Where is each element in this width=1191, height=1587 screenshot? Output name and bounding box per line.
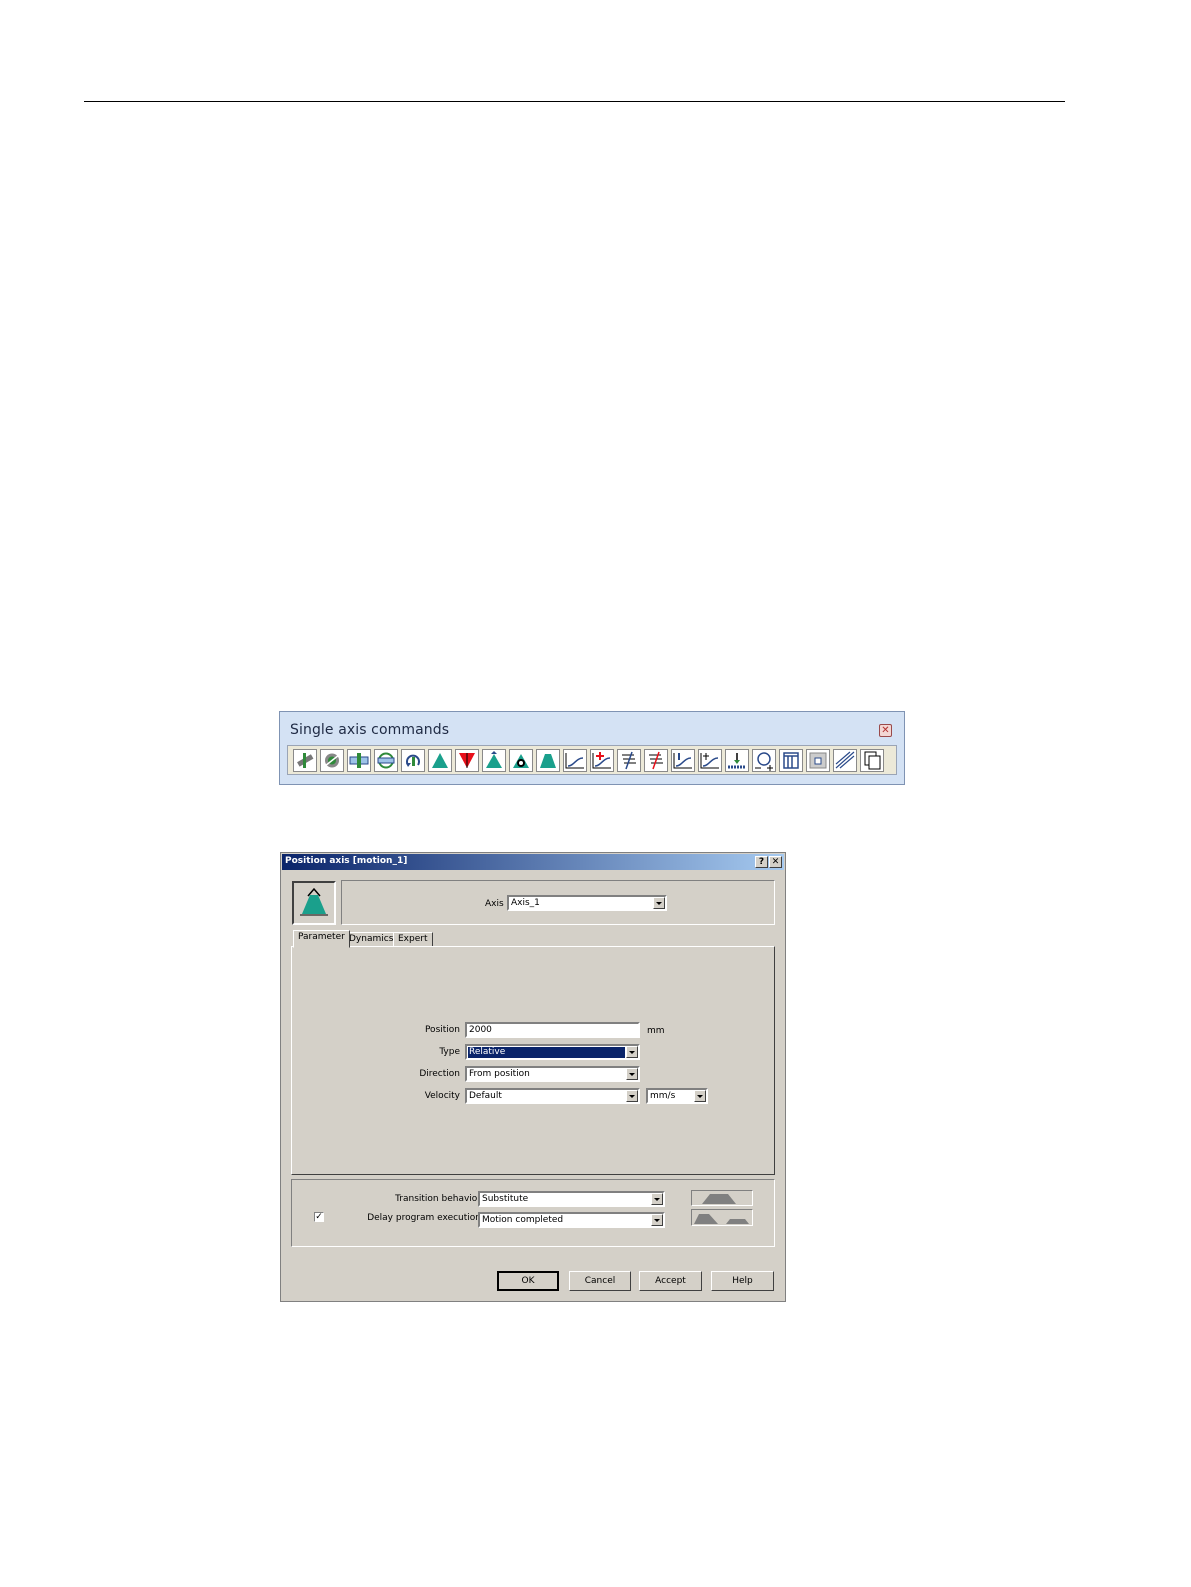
velocity-unit-select[interactable]: mm/s bbox=[646, 1088, 708, 1104]
tab-parameter[interactable]: Parameter bbox=[293, 930, 350, 948]
velocity-label: Velocity bbox=[424, 1091, 460, 1101]
cam-offset-icon[interactable] bbox=[644, 749, 668, 772]
tab-expert[interactable]: Expert bbox=[393, 932, 433, 947]
torque-icon[interactable] bbox=[752, 749, 776, 772]
copy-icon[interactable] bbox=[860, 749, 884, 772]
cam-track-icon[interactable] bbox=[806, 749, 830, 772]
dialog-title: Position axis [motion_1] bbox=[285, 856, 408, 866]
output-cam-icon[interactable] bbox=[779, 749, 803, 772]
axis-select-value: Axis_1 bbox=[511, 898, 540, 908]
toolbar-button-strip bbox=[287, 745, 897, 775]
axis-panel: Axis Axis_1 bbox=[341, 880, 775, 925]
type-select[interactable]: Relative bbox=[465, 1044, 640, 1060]
direction-label: Direction bbox=[419, 1069, 460, 1079]
chevron-down-icon[interactable] bbox=[653, 897, 665, 909]
chevron-down-icon[interactable] bbox=[694, 1090, 706, 1102]
gear-offset-icon[interactable] bbox=[590, 749, 614, 772]
position-axis-icon[interactable] bbox=[428, 749, 452, 772]
transition-behavior-label: Transition behavior bbox=[395, 1194, 481, 1204]
curve-icon[interactable] bbox=[833, 749, 857, 772]
axis-select[interactable]: Axis_1 bbox=[507, 895, 667, 911]
chevron-down-icon[interactable] bbox=[626, 1090, 638, 1102]
position-label: Position bbox=[424, 1025, 460, 1035]
velocity-unit-value: mm/s bbox=[650, 1091, 676, 1101]
direction-select-value: From position bbox=[469, 1069, 530, 1079]
cam-icon[interactable] bbox=[617, 749, 641, 772]
help-title-button[interactable]: ? bbox=[755, 856, 768, 868]
position-unit: mm bbox=[647, 1026, 665, 1036]
delay-program-label: Delay program execution bbox=[367, 1213, 481, 1223]
transition-behavior-value: Substitute bbox=[482, 1194, 529, 1204]
position-axis-icon bbox=[300, 887, 328, 916]
chevron-down-icon[interactable] bbox=[626, 1068, 638, 1080]
position-input[interactable]: 2000 bbox=[465, 1022, 640, 1038]
single-axis-commands-toolbar: Single axis commands ✕ bbox=[279, 711, 905, 785]
chevron-down-icon[interactable] bbox=[651, 1193, 663, 1205]
enable-axis-icon[interactable] bbox=[293, 749, 317, 772]
gear-sync-icon[interactable] bbox=[563, 749, 587, 772]
axis-label: Axis bbox=[485, 899, 504, 909]
toolbar-title: Single axis commands bbox=[290, 722, 450, 738]
switch-on-icon[interactable] bbox=[347, 749, 371, 772]
delay-program-checkbox[interactable]: ✓ bbox=[314, 1212, 324, 1222]
measure-offset-icon[interactable] bbox=[698, 749, 722, 772]
direction-select[interactable]: From position bbox=[465, 1066, 640, 1082]
transition-panel: Transition behavior Substitute Delay pro… bbox=[291, 1179, 775, 1247]
accept-button[interactable]: Accept bbox=[639, 1271, 702, 1291]
chevron-down-icon[interactable] bbox=[651, 1214, 663, 1226]
delay-preview bbox=[691, 1209, 753, 1226]
type-label: Type bbox=[439, 1047, 460, 1057]
delay-program-value: Motion completed bbox=[482, 1215, 564, 1225]
substitute-profile-icon bbox=[702, 1194, 736, 1204]
delay-program-select[interactable]: Motion completed bbox=[478, 1212, 665, 1228]
position-axis-dialog: Position axis [motion_1] ? ✕ Axis Axis_1… bbox=[280, 852, 786, 1302]
cancel-button[interactable]: Cancel bbox=[569, 1271, 631, 1291]
chevron-down-icon[interactable] bbox=[626, 1046, 638, 1058]
command-icon-box bbox=[292, 881, 336, 925]
help-button[interactable]: Help bbox=[711, 1271, 774, 1291]
ok-button[interactable]: OK bbox=[497, 1271, 559, 1291]
disable-axis-icon[interactable] bbox=[320, 749, 344, 772]
motion-completed-profile-icon bbox=[694, 1214, 749, 1224]
superimpose-icon[interactable] bbox=[725, 749, 749, 772]
page-header-rule bbox=[84, 101, 1065, 102]
measure-icon[interactable] bbox=[671, 749, 695, 772]
move-axis-icon[interactable] bbox=[482, 749, 506, 772]
velocity-select[interactable]: Default bbox=[465, 1088, 640, 1104]
close-icon[interactable]: ✕ bbox=[879, 724, 892, 737]
velocity-select-value: Default bbox=[469, 1091, 502, 1101]
transition-behavior-select[interactable]: Substitute bbox=[478, 1191, 665, 1207]
absolute-move-icon[interactable] bbox=[536, 749, 560, 772]
dialog-titlebar: Position axis [motion_1] ? ✕ bbox=[282, 854, 784, 870]
transition-preview bbox=[691, 1190, 753, 1206]
parameter-tab-panel: Position 2000 mm Type Relative Direction… bbox=[291, 946, 775, 1175]
close-title-button[interactable]: ✕ bbox=[769, 856, 782, 868]
relative-move-icon[interactable] bbox=[509, 749, 533, 772]
type-select-value: Relative bbox=[468, 1047, 625, 1058]
stop-axis-icon[interactable] bbox=[455, 749, 479, 772]
homing-icon[interactable] bbox=[401, 749, 425, 772]
switch-off-icon[interactable] bbox=[374, 749, 398, 772]
tab-dynamics[interactable]: Dynamics bbox=[344, 932, 399, 947]
